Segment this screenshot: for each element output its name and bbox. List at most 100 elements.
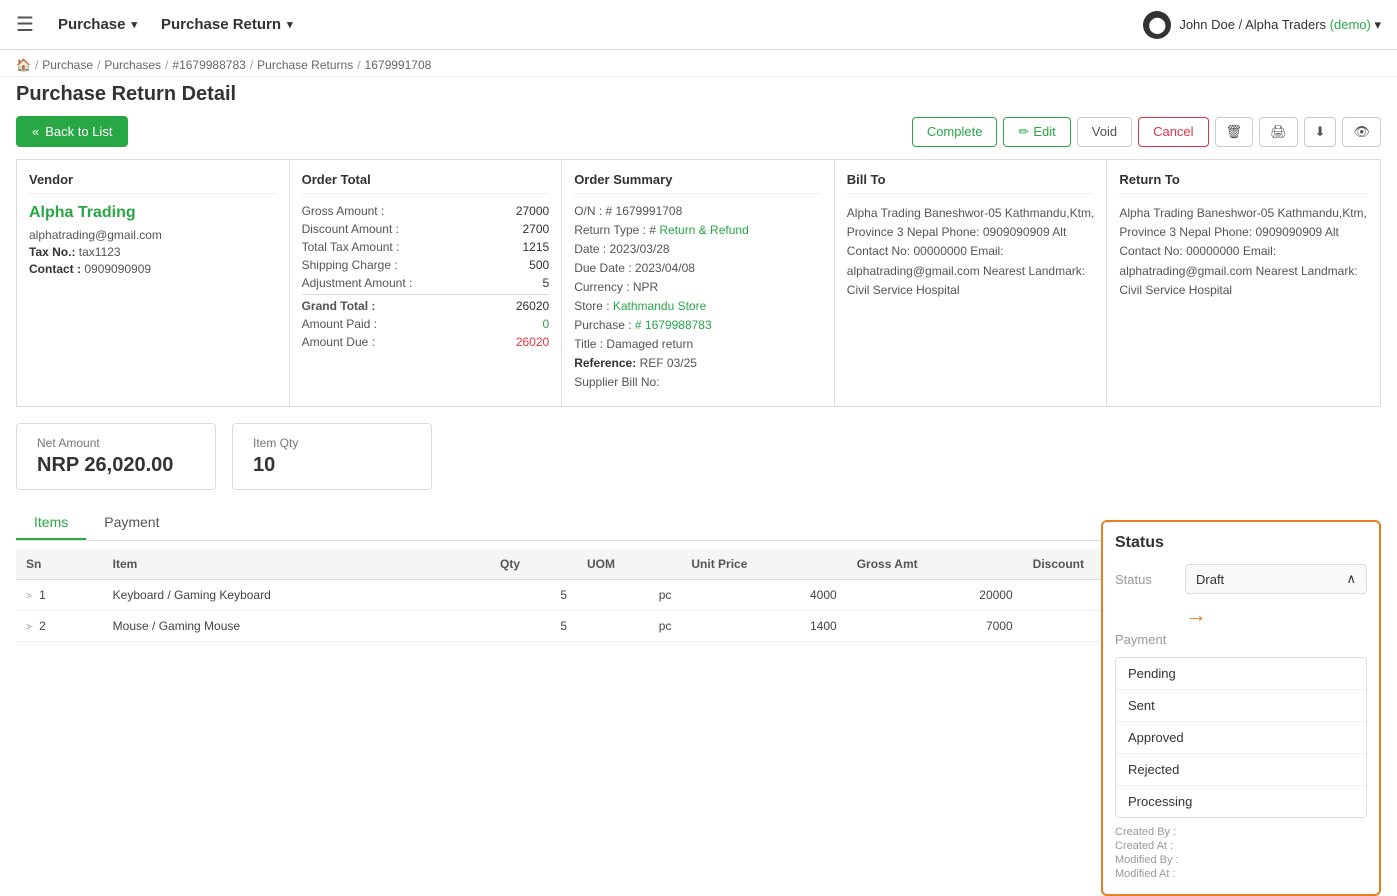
return-type-link[interactable]: Return & Refund (659, 223, 748, 237)
title-row: Title : Damaged return (574, 337, 822, 351)
due-date-row: Due Date : 2023/04/08 (574, 261, 822, 275)
expand-icon[interactable]: > (26, 591, 32, 602)
page-title: Purchase Return Detail (16, 83, 1381, 106)
arrow-indicator: → (1185, 602, 1367, 628)
return-to-text: Alpha Trading Baneshwor-05 Kathmandu,Ktm… (1119, 204, 1368, 300)
purchase-link[interactable]: # 1679988783 (635, 318, 712, 332)
status-option[interactable]: Pending (1116, 658, 1366, 690)
status-dropdown-arrow: ∧ (1346, 571, 1356, 587)
created-at-row: Created At : (1115, 840, 1367, 852)
cell-qty: 5 (490, 611, 577, 642)
cell-unit-price: 1400 (681, 611, 846, 642)
user-info[interactable]: John Doe / Alpha Traders (demo) ▾ (1179, 17, 1381, 33)
void-label: Void (1092, 124, 1117, 139)
status-option[interactable]: Approved (1116, 722, 1366, 754)
store-link[interactable]: Kathmandu Store (613, 299, 706, 313)
purchase-menu[interactable]: Purchase ▾ (58, 16, 137, 33)
gross-amount-row: Gross Amount :27000 (302, 204, 550, 218)
vendor-panel: Vendor Alpha Trading alphatrading@gmail.… (17, 160, 290, 406)
vendor-contact: Contact : 0909090909 (29, 262, 277, 276)
cell-sn: > 1 (16, 580, 103, 611)
vendor-tax-value: tax1123 (79, 245, 121, 259)
return-to-panel: Return To Alpha Trading Baneshwor-05 Kat… (1107, 160, 1380, 406)
download-button[interactable]: ⬇ (1304, 117, 1337, 147)
cell-unit-price: 4000 (681, 580, 846, 611)
modified-by-row: Modified By : (1115, 854, 1367, 866)
purchase-return-menu-label: Purchase Return (161, 16, 281, 33)
breadcrumb-current: 1679991708 (365, 58, 432, 72)
stats-row: Net Amount NRP 26,020.00 Item Qty 10 (0, 407, 1397, 490)
purchase-menu-arrow: ▾ (131, 18, 137, 31)
delete-button[interactable]: 🗑 (1215, 117, 1254, 147)
vendor-name: Alpha Trading (29, 204, 277, 222)
purchase-return-menu[interactable]: Purchase Return ▾ (161, 16, 293, 33)
purchase-menu-label: Purchase (58, 16, 126, 33)
modified-at-row: Modified At : (1115, 868, 1367, 880)
discount-amount-row: Discount Amount :2700 (302, 222, 550, 236)
tab-payment[interactable]: Payment (86, 506, 177, 540)
meta-info: Created By : Created At : Modified By : … (1115, 826, 1367, 880)
order-summary-title: Order Summary (574, 172, 822, 194)
edit-button[interactable]: ✏ Edit (1003, 117, 1070, 147)
th-qty: Qty (490, 549, 577, 580)
status-option[interactable]: Sent (1116, 690, 1366, 722)
return-to-title: Return To (1119, 172, 1368, 194)
adjustment-row: Adjustment Amount :5 (302, 276, 550, 290)
status-option[interactable]: Rejected (1116, 754, 1366, 786)
expand-icon[interactable]: > (26, 622, 32, 633)
status-dropdown-options: PendingSentApprovedRejectedProcessing (1115, 657, 1367, 818)
cell-sn: > 2 (16, 611, 103, 642)
status-row: Status Draft ∧ (1115, 564, 1367, 594)
vendor-contact-value: 0909090909 (84, 262, 151, 276)
cell-item: Mouse / Gaming Mouse (103, 611, 490, 642)
supplier-bill-row: Supplier Bill No: (574, 375, 822, 389)
bill-to-title: Bill To (847, 172, 1095, 194)
net-amount-card: Net Amount NRP 26,020.00 (16, 423, 216, 490)
amount-paid-row: Amount Paid :0 (302, 317, 550, 331)
cell-gross-amt: 20000 (847, 580, 1023, 611)
date-row: Date : 2023/03/28 (574, 242, 822, 256)
print-button[interactable]: 🖨 (1259, 117, 1298, 147)
edit-icon: ✏ (1018, 124, 1029, 140)
order-total-panel: Order Total Gross Amount :27000 Discount… (290, 160, 563, 406)
breadcrumb-purchase-returns[interactable]: Purchase Returns (257, 58, 353, 72)
item-qty-value: 10 (253, 454, 411, 477)
cancel-button[interactable]: Cancel (1138, 117, 1208, 147)
on-row: O/N : # 1679991708 (574, 204, 822, 218)
hamburger-icon[interactable]: ☰ (16, 12, 34, 37)
complete-label: Complete (927, 124, 983, 139)
user-name: John Doe (1179, 17, 1235, 32)
demo-label: (demo) (1330, 17, 1371, 32)
created-at-label: Created At : (1115, 840, 1173, 852)
status-panel: Status Status Draft ∧ → Payment PendingS… (1101, 520, 1381, 896)
breadcrumb-purchases[interactable]: Purchases (104, 58, 161, 72)
status-dropdown[interactable]: Draft ∧ (1185, 564, 1367, 594)
orange-arrow-icon: → (1185, 602, 1207, 628)
net-amount-label: Net Amount (37, 436, 195, 450)
vendor-panel-title: Vendor (29, 172, 277, 194)
tab-items[interactable]: Items (16, 506, 86, 540)
th-sn: Sn (16, 549, 103, 580)
home-icon[interactable]: 🏠 (16, 58, 31, 72)
back-label: Back to List (45, 124, 112, 139)
complete-button[interactable]: Complete (912, 117, 998, 147)
th-gross-amt: Gross Amt (847, 549, 1023, 580)
void-button[interactable]: Void (1077, 117, 1132, 147)
created-by-row: Created By : (1115, 826, 1367, 838)
modified-at-label: Modified At : (1115, 868, 1176, 880)
print-icon: 🖨 (1270, 124, 1287, 140)
status-option[interactable]: Processing (1116, 786, 1366, 817)
breadcrumb: 🏠 / Purchase / Purchases / #1679988783 /… (16, 58, 1381, 72)
purchase-return-menu-arrow: ▾ (287, 18, 293, 31)
item-qty-label: Item Qty (253, 436, 411, 450)
item-qty-card: Item Qty 10 (232, 423, 432, 490)
back-to-list-button[interactable]: « Back to List (16, 116, 128, 147)
view-button[interactable]: 👁 (1342, 117, 1381, 147)
cell-qty: 5 (490, 580, 577, 611)
cell-gross-amt: 7000 (847, 611, 1023, 642)
order-total-title: Order Total (302, 172, 550, 194)
breadcrumb-order-no[interactable]: #1679988783 (172, 58, 245, 72)
status-field-label: Status (1115, 572, 1185, 587)
breadcrumb-purchase[interactable]: Purchase (42, 58, 93, 72)
delete-icon: 🗑 (1226, 124, 1243, 140)
